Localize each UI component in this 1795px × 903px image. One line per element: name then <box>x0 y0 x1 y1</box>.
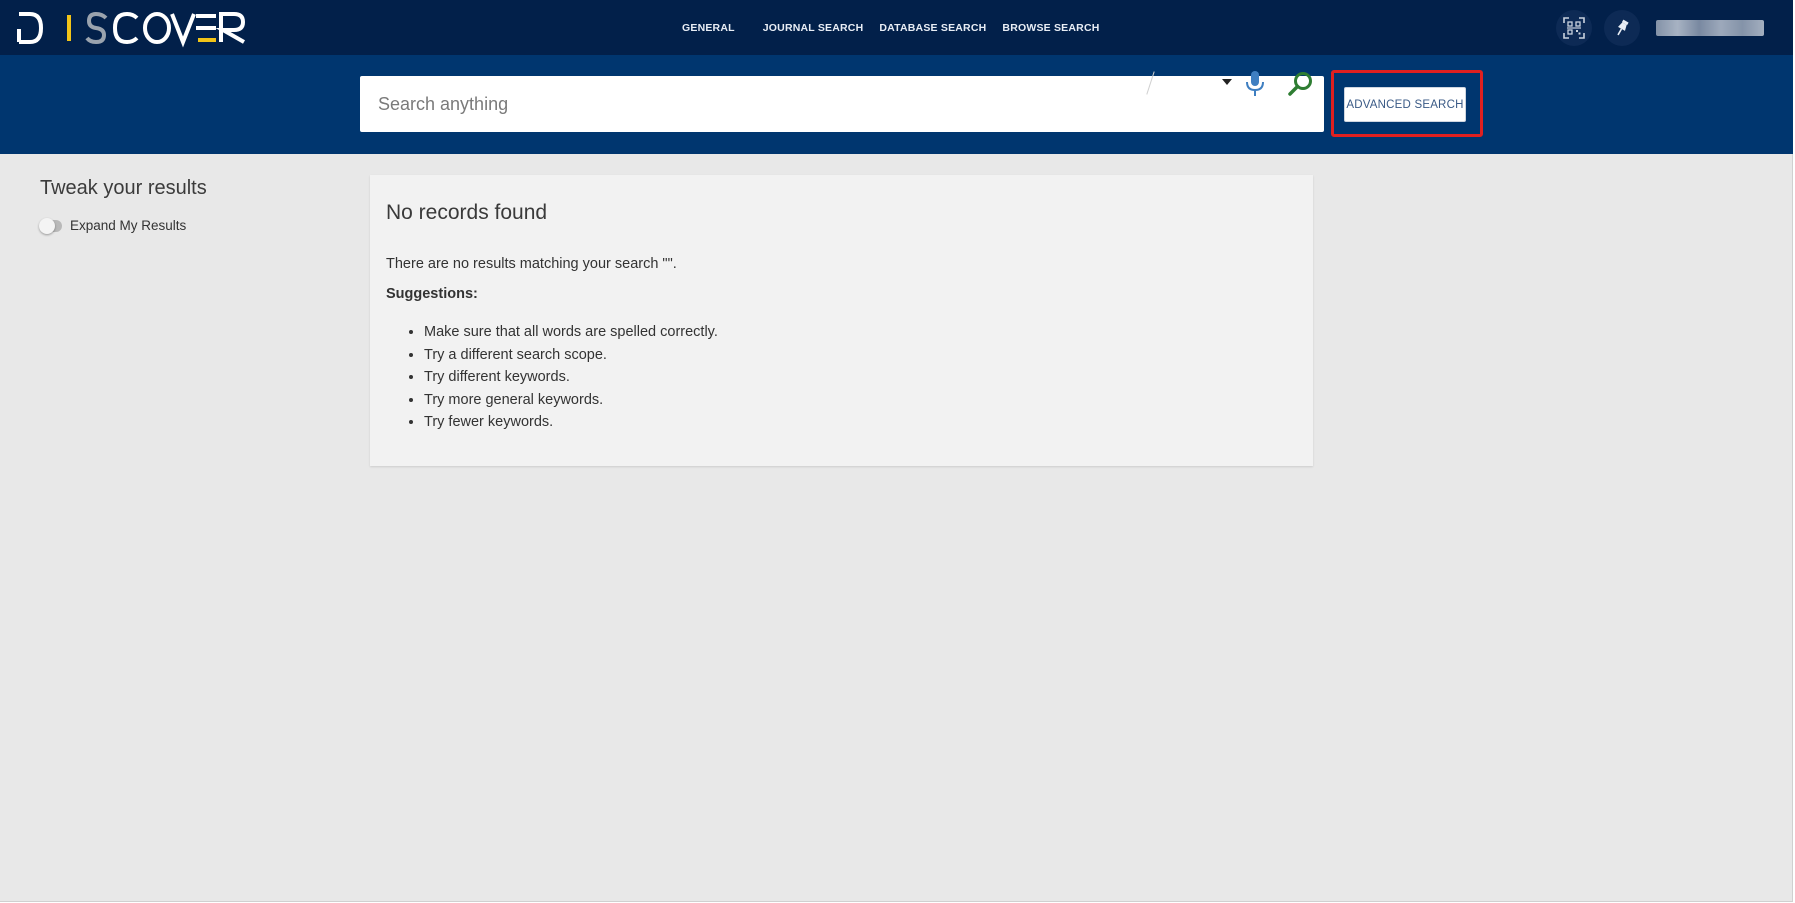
no-results-message: There are no results matching your searc… <box>386 256 677 272</box>
discover-logo[interactable] <box>16 8 261 48</box>
search-icon[interactable] <box>1287 70 1315 98</box>
pin-icon[interactable] <box>1604 9 1640 46</box>
nav-journal-search[interactable]: JOURNAL SEARCH <box>763 22 864 34</box>
nav-general[interactable]: GENERAL <box>682 22 735 34</box>
expand-results-toggle-row[interactable]: Expand My Results <box>39 217 187 234</box>
sidebar-title: Tweak your results <box>40 177 207 199</box>
nav-browse-search[interactable]: BROWSE SEARCH <box>1002 22 1099 34</box>
top-navbar: GENERAL JOURNAL SEARCH DATABASE SEARCH B… <box>0 0 1793 55</box>
suggestion-item: Try more general keywords. <box>424 391 718 414</box>
main-nav: GENERAL JOURNAL SEARCH DATABASE SEARCH B… <box>682 0 1100 55</box>
toggle-knob <box>39 217 55 234</box>
suggestion-item: Make sure that all words are spelled cor… <box>424 323 718 346</box>
nav-database-search[interactable]: DATABASE SEARCH <box>879 22 986 34</box>
scope-dropdown[interactable] <box>1172 71 1232 95</box>
top-icons <box>1556 0 1764 55</box>
advanced-search-button[interactable]: ADVANCED SEARCH <box>1344 87 1466 122</box>
suggestions-list: Make sure that all words are spelled cor… <box>424 323 718 436</box>
user-name-blurred[interactable] <box>1656 19 1764 36</box>
search-input[interactable] <box>378 76 1078 132</box>
suggestion-item: Try fewer keywords. <box>424 413 718 436</box>
results-panel: No records found There are no results ma… <box>370 175 1313 466</box>
search-band: ADVANCED SEARCH <box>0 55 1793 154</box>
results-heading: No records found <box>386 201 548 224</box>
page: GENERAL JOURNAL SEARCH DATABASE SEARCH B… <box>0 0 1793 902</box>
chevron-down-icon <box>1222 79 1232 85</box>
suggestions-title: Suggestions: <box>386 286 478 302</box>
suggestion-item: Try different keywords. <box>424 368 718 391</box>
expand-results-toggle[interactable] <box>39 217 62 234</box>
toggle-label: Expand My Results <box>70 218 187 233</box>
microphone-icon[interactable] <box>1243 70 1267 98</box>
qr-code-icon[interactable] <box>1556 9 1592 46</box>
suggestion-item: Try a different search scope. <box>424 346 718 369</box>
